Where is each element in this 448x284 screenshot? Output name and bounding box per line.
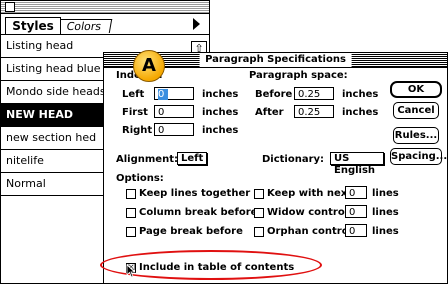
- widow-control-field[interactable]: 0: [345, 205, 367, 218]
- right-indent-label: Right: [122, 125, 153, 136]
- palette-tabs: Colors Styles: [1, 14, 209, 35]
- paragraph-specifications-dialog: Paragraph Specifications Indents: Paragr…: [103, 52, 448, 284]
- unit-label: inches: [202, 107, 239, 118]
- unit-label: inches: [202, 125, 239, 136]
- tab-colors[interactable]: Colors: [55, 19, 113, 33]
- column-break-before-label: Column break before: [139, 207, 258, 218]
- unit-label: inches: [202, 89, 239, 100]
- orphan-control-checkbox[interactable]: [254, 227, 264, 237]
- options-label: Options:: [116, 173, 164, 184]
- page-break-before-label: Page break before: [139, 226, 243, 237]
- first-indent-field[interactable]: 0: [154, 105, 194, 118]
- palette-titlebar[interactable]: [1, 1, 209, 14]
- dialog-title: Paragraph Specifications: [199, 53, 352, 67]
- left-indent-label: Left: [122, 89, 145, 100]
- widow-control-checkbox[interactable]: [254, 208, 264, 218]
- before-field[interactable]: 0.25: [294, 87, 334, 100]
- orphan-control-label: Orphan control: [267, 226, 352, 237]
- right-indent-field[interactable]: 0: [154, 123, 194, 136]
- keep-lines-together-checkbox[interactable]: [126, 189, 136, 199]
- alignment-popup[interactable]: Left: [177, 152, 207, 165]
- before-label: Before: [255, 89, 293, 100]
- alignment-label: Alignment:: [116, 154, 178, 165]
- first-indent-label: First: [122, 107, 148, 118]
- arrow-cursor-icon: [126, 264, 136, 281]
- dictionary-label: Dictionary:: [262, 154, 325, 165]
- keep-lines-together-label: Keep lines together: [139, 188, 251, 199]
- cancel-button[interactable]: Cancel: [393, 102, 439, 119]
- callout-badge: A: [133, 50, 165, 82]
- paragraph-space-label: Paragraph space:: [249, 70, 348, 81]
- unit-label: inches: [342, 107, 379, 118]
- widow-control-label: Widow control: [267, 207, 349, 218]
- keep-with-next-label: Keep with next: [267, 188, 352, 199]
- page-break-before-checkbox[interactable]: [126, 227, 136, 237]
- column-break-before-checkbox[interactable]: [126, 208, 136, 218]
- tab-styles[interactable]: Styles: [5, 17, 61, 34]
- dictionary-popup[interactable]: US English: [330, 152, 384, 176]
- keep-with-next-checkbox[interactable]: [254, 189, 264, 199]
- after-label: After: [255, 107, 284, 118]
- rules-button[interactable]: Rules...: [393, 127, 439, 144]
- spacing-button[interactable]: Spacing...: [390, 148, 447, 165]
- orphan-control-field[interactable]: 0: [345, 224, 367, 237]
- lines-label: lines: [372, 226, 399, 237]
- left-indent-field[interactable]: 0: [154, 87, 194, 100]
- unit-label: inches: [342, 89, 379, 100]
- ok-button[interactable]: OK: [390, 81, 442, 98]
- lines-label: lines: [372, 207, 399, 218]
- keep-with-next-field[interactable]: 0: [345, 186, 367, 199]
- close-box[interactable]: [5, 2, 15, 12]
- after-field[interactable]: 0.25: [294, 105, 334, 118]
- lines-label: lines: [372, 188, 399, 199]
- palette-menu-arrow-icon[interactable]: [193, 18, 200, 30]
